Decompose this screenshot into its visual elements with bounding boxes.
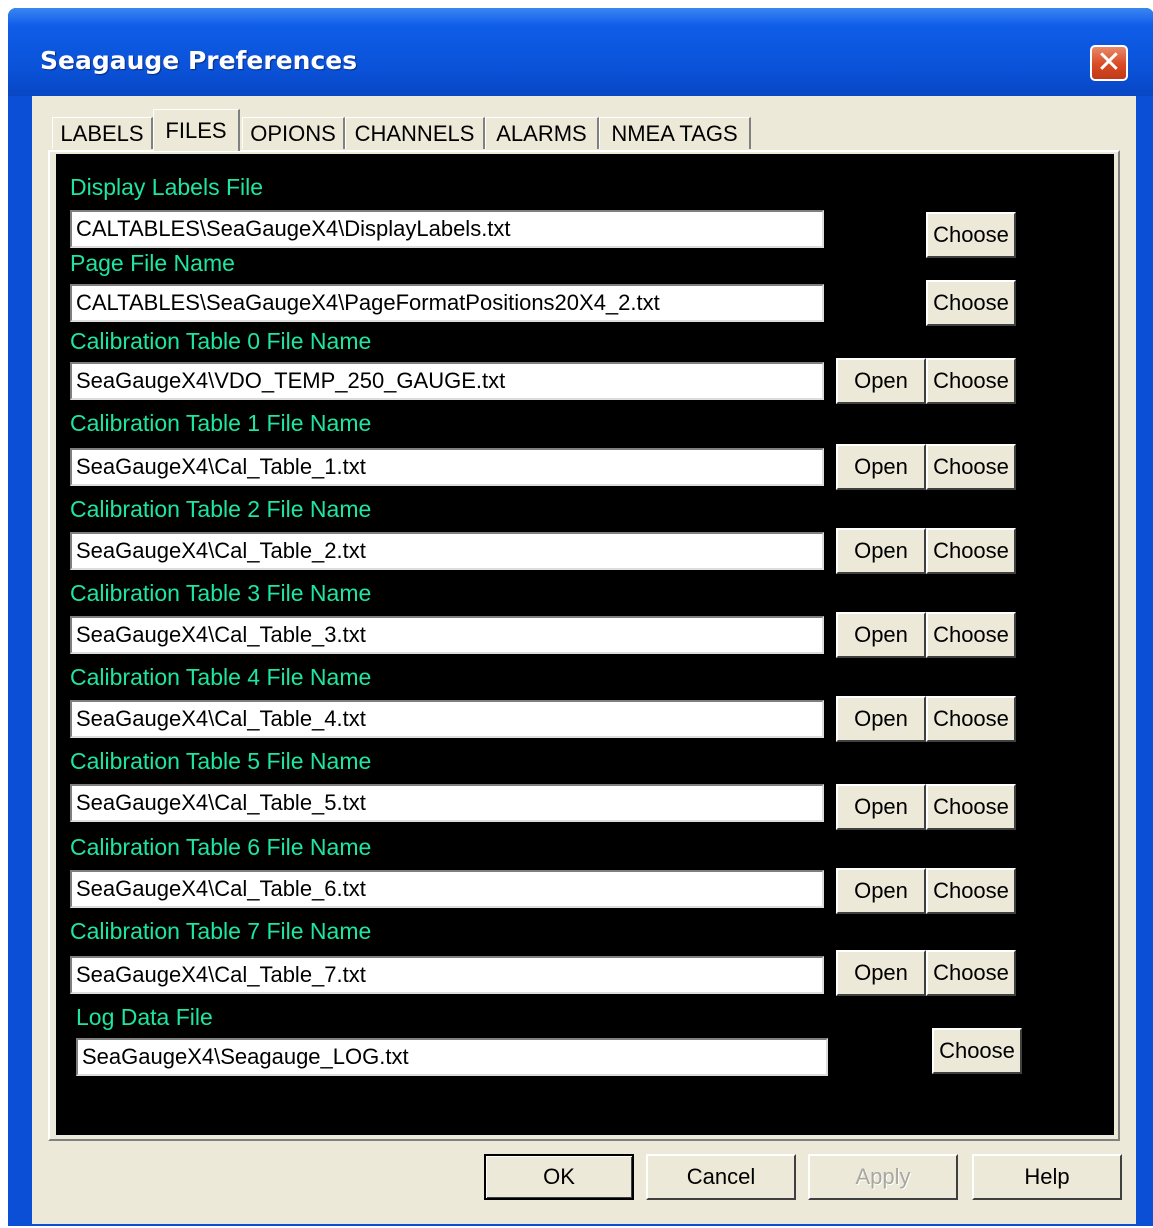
cal-table-0-open-button[interactable]: Open (836, 358, 926, 404)
page-file-choose-button[interactable]: Choose (926, 280, 1016, 326)
cal-table-4-label: Calibration Table 4 File Name (70, 664, 372, 690)
cal-table-2-label: Calibration Table 2 File Name (70, 496, 372, 522)
cal-table-5-input[interactable] (70, 784, 824, 822)
preferences-window: Seagauge Preferences ✕ LABELS FILES OPIO… (8, 8, 1153, 1226)
cal-table-7-input[interactable] (70, 956, 824, 994)
cal-table-7-open-button[interactable]: Open (836, 950, 926, 996)
tab-channels[interactable]: CHANNELS (345, 117, 485, 149)
ok-button[interactable]: OK (484, 1154, 634, 1200)
page-file-name-label: Page File Name (70, 250, 235, 276)
tab-labels[interactable]: LABELS (52, 117, 153, 149)
cal-table-1-open-button[interactable]: Open (836, 444, 926, 490)
title-bar[interactable]: Seagauge Preferences ✕ (8, 8, 1153, 96)
display-labels-choose-button[interactable]: Choose (926, 212, 1016, 258)
cal-table-7-choose-button[interactable]: Choose (926, 950, 1016, 996)
apply-button[interactable]: Apply (808, 1154, 958, 1200)
cal-table-6-input[interactable] (70, 870, 824, 908)
cal-table-6-open-button[interactable]: Open (836, 868, 926, 914)
cal-table-0-input[interactable] (70, 362, 824, 400)
tab-files[interactable]: FILES (153, 109, 240, 151)
tab-nmea-tags[interactable]: NMEA TAGS (599, 117, 751, 149)
cal-table-6-choose-button[interactable]: Choose (926, 868, 1016, 914)
cal-table-3-label: Calibration Table 3 File Name (70, 580, 372, 606)
cal-table-6-label: Calibration Table 6 File Name (70, 834, 372, 860)
cal-table-1-label: Calibration Table 1 File Name (70, 410, 372, 436)
log-data-file-label: Log Data File (76, 1004, 213, 1030)
cal-table-1-choose-button[interactable]: Choose (926, 444, 1016, 490)
cal-table-5-open-button[interactable]: Open (836, 784, 926, 830)
cancel-button[interactable]: Cancel (646, 1154, 796, 1200)
cal-table-1-input[interactable] (70, 448, 824, 486)
log-data-choose-button[interactable]: Choose (932, 1028, 1022, 1074)
tab-alarms[interactable]: ALARMS (485, 117, 599, 149)
cal-table-7-label: Calibration Table 7 File Name (70, 918, 372, 944)
dialog-client: LABELS FILES OPIONS CHANNELS ALARMS NMEA… (32, 96, 1136, 1224)
cal-table-4-choose-button[interactable]: Choose (926, 696, 1016, 742)
cal-table-2-choose-button[interactable]: Choose (926, 528, 1016, 574)
close-icon: ✕ (1096, 45, 1122, 80)
files-panel: Display Labels File Choose Page File Nam… (56, 154, 1114, 1135)
close-button[interactable]: ✕ (1090, 45, 1128, 81)
help-button[interactable]: Help (972, 1154, 1122, 1200)
page-file-name-input[interactable] (70, 284, 824, 322)
cal-table-3-choose-button[interactable]: Choose (926, 612, 1016, 658)
cal-table-0-label: Calibration Table 0 File Name (70, 328, 372, 354)
cal-table-0-choose-button[interactable]: Choose (926, 358, 1016, 404)
cal-table-3-open-button[interactable]: Open (836, 612, 926, 658)
cal-table-5-choose-button[interactable]: Choose (926, 784, 1016, 830)
cal-table-2-open-button[interactable]: Open (836, 528, 926, 574)
window-title: Seagauge Preferences (40, 46, 358, 75)
display-labels-file-input[interactable] (70, 210, 824, 248)
display-labels-file-label: Display Labels File (70, 174, 264, 200)
cal-table-4-open-button[interactable]: Open (836, 696, 926, 742)
cal-table-2-input[interactable] (70, 532, 824, 570)
cal-table-4-input[interactable] (70, 700, 824, 738)
log-data-file-input[interactable] (76, 1038, 828, 1076)
cal-table-3-input[interactable] (70, 616, 824, 654)
tab-options[interactable]: OPIONS (242, 117, 345, 149)
cal-table-5-label: Calibration Table 5 File Name (70, 748, 372, 774)
